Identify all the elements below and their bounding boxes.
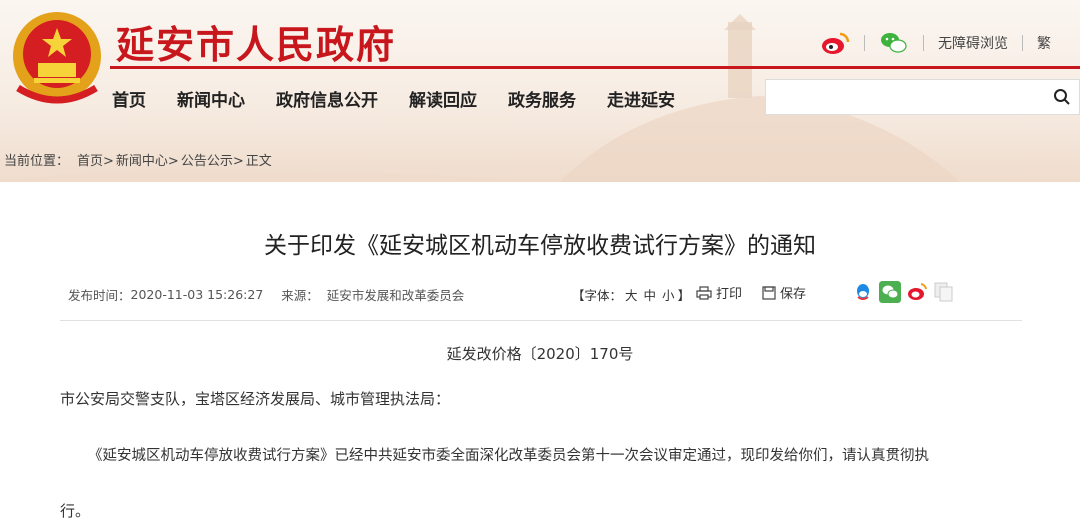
publish-time-label: 发布时间： <box>68 288 131 303</box>
search-input[interactable] <box>766 80 1046 114</box>
breadcrumb: 当前位置： 首页> 新闻中心> 公告公示> 正文 <box>4 150 274 169</box>
nav-item-gov-info[interactable]: 政府信息公开 <box>276 86 378 111</box>
font-size-control: 【字体：大中小】 <box>572 285 690 304</box>
emblem-icon <box>13 12 101 104</box>
title-rule <box>110 66 1080 69</box>
meta-divider <box>60 320 1022 321</box>
breadcrumb-home[interactable]: 首页> <box>77 150 114 169</box>
font-medium-button[interactable]: 中 <box>644 288 657 303</box>
breadcrumb-label: 当前位置： <box>4 154 70 169</box>
nav-item-about-yanan[interactable]: 走进延安 <box>607 86 675 111</box>
font-label-close: 】 <box>677 288 691 303</box>
print-button[interactable]: 打印 <box>696 283 742 302</box>
nav-item-gov-services[interactable]: 政务服务 <box>508 86 576 111</box>
traditional-chinese-link[interactable]: 繁 <box>1037 33 1051 53</box>
body-paragraph: 《延安城区机动车停放收费试行方案》已经中共延安市委全面深化改革委员会第十一次会议… <box>88 448 929 464</box>
save-label: 保存 <box>780 287 807 302</box>
recipients-line: 市公安局交警支队，宝塔区经济发展局、城市管理执法局： <box>60 390 451 408</box>
body-paragraph-end: 行。 <box>60 502 91 520</box>
article-meta: 发布时间： 2020-11-03 15:26:27 来源： 延安市发展和改革委员… <box>68 285 464 304</box>
share-bar <box>852 281 960 303</box>
publish-time: 2020-11-03 15:26:27 <box>130 287 264 302</box>
top-tools: 无障碍浏览 繁 <box>820 30 1051 56</box>
qq-share-icon[interactable] <box>852 281 874 303</box>
accessibility-link[interactable]: 无障碍浏览 <box>938 33 1008 53</box>
nav-item-home[interactable]: 首页 <box>112 86 146 111</box>
search-box <box>765 79 1080 115</box>
breadcrumb-news[interactable]: 新闻中心> <box>116 150 179 169</box>
main-nav: 首页 新闻中心 政府信息公开 解读回应 政务服务 走进延安 <box>112 86 706 111</box>
save-button[interactable]: 保存 <box>762 283 806 302</box>
save-icon <box>762 285 776 300</box>
source-label: 来源： <box>281 288 319 303</box>
source-name: 延安市发展和改革委员会 <box>326 288 465 303</box>
site-header: 延安市人民政府 无障碍浏览 繁 首页 新闻中心 政府信息公开 解读回应 政务服务… <box>0 0 1080 182</box>
copy-share-icon[interactable] <box>933 281 955 303</box>
weibo-share-icon[interactable] <box>906 281 928 303</box>
print-label: 打印 <box>716 287 743 302</box>
font-label-open: 【字体： <box>572 288 623 303</box>
wechat-share-icon[interactable] <box>879 281 901 303</box>
print-icon <box>696 285 712 300</box>
article-title: 关于印发《延安城区机动车停放收费试行方案》的通知 <box>264 233 816 259</box>
document-number: 延发改价格〔2020〕170号 <box>446 345 634 363</box>
breadcrumb-current: 正文 <box>245 154 272 169</box>
font-large-button[interactable]: 大 <box>625 288 638 303</box>
font-small-button[interactable]: 小 <box>662 288 675 303</box>
search-icon[interactable] <box>1053 88 1071 106</box>
tool-separator <box>923 35 924 51</box>
site-title[interactable]: 延安市人民政府 <box>116 14 396 69</box>
breadcrumb-notices[interactable]: 公告公示> <box>181 150 244 169</box>
nav-item-interpretation[interactable]: 解读回应 <box>409 86 477 111</box>
nav-item-news[interactable]: 新闻中心 <box>177 86 245 111</box>
weibo-icon[interactable] <box>820 30 850 56</box>
tool-separator <box>864 35 865 51</box>
tool-separator <box>1022 35 1023 51</box>
wechat-icon[interactable] <box>879 30 909 56</box>
